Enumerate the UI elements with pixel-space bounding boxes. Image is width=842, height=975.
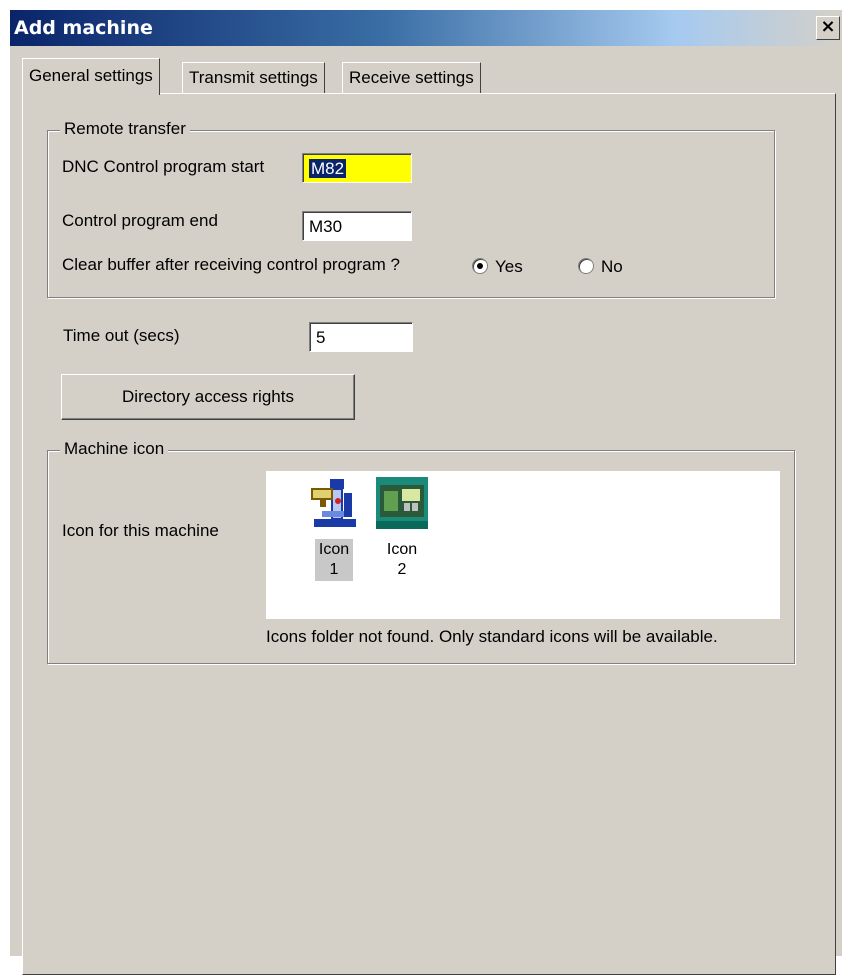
clear-buffer-yes-label: Yes xyxy=(495,257,523,276)
machine-icon-label: Icon for this machine xyxy=(62,521,219,540)
dialog-body: General settings Transmit settings Recei… xyxy=(10,46,842,975)
directory-access-rights-button[interactable]: Directory access rights xyxy=(61,374,355,420)
clear-buffer-no-radio[interactable] xyxy=(578,258,594,274)
title-bar: Add machine × xyxy=(10,10,842,46)
clear-buffer-label: Clear buffer after receiving control pro… xyxy=(62,255,400,274)
clear-buffer-no-label: No xyxy=(601,257,623,276)
icons-folder-note: Icons folder not found. Only standard ic… xyxy=(266,627,718,646)
dnc-start-value: M82 xyxy=(309,159,347,178)
icon-list[interactable]: Icon 1 Icon 2 xyxy=(266,471,780,619)
close-icon: × xyxy=(820,16,836,37)
icon-list-item-1[interactable]: Icon 1 xyxy=(306,475,362,581)
radio-selected-dot xyxy=(477,263,483,269)
machine-icon-legend: Machine icon xyxy=(60,439,169,459)
dnc-start-input[interactable]: M82 xyxy=(302,153,412,183)
close-button[interactable]: × xyxy=(816,16,840,40)
machine-icon-group: Machine icon Icon for this machine Icon … xyxy=(47,439,795,664)
cnc-lathe-icon xyxy=(376,477,428,529)
clear-buffer-yes-radio[interactable] xyxy=(472,258,488,274)
tab-panel-general: Remote transfer DNC Control program star… xyxy=(22,93,836,975)
milling-machine-icon xyxy=(311,479,356,527)
dnc-start-label: DNC Control program start xyxy=(62,157,265,176)
program-end-label: Control program end xyxy=(62,211,218,230)
tab-transmit-settings[interactable]: Transmit settings xyxy=(182,62,325,93)
icon-1-caption: Icon 1 xyxy=(314,539,354,581)
remote-transfer-group: Remote transfer DNC Control program star… xyxy=(47,119,775,298)
window-title: Add machine xyxy=(14,17,153,39)
remote-transfer-legend: Remote transfer xyxy=(60,119,190,139)
icon-list-item-2[interactable]: Icon 2 xyxy=(374,475,430,581)
program-end-input[interactable]: M30 xyxy=(302,211,412,241)
timeout-input[interactable]: 5 xyxy=(309,322,413,352)
tab-receive-settings[interactable]: Receive settings xyxy=(342,62,481,93)
icon-2-caption: Icon 2 xyxy=(386,541,418,578)
tab-general-settings[interactable]: General settings xyxy=(22,58,160,95)
timeout-label: Time out (secs) xyxy=(63,326,180,345)
